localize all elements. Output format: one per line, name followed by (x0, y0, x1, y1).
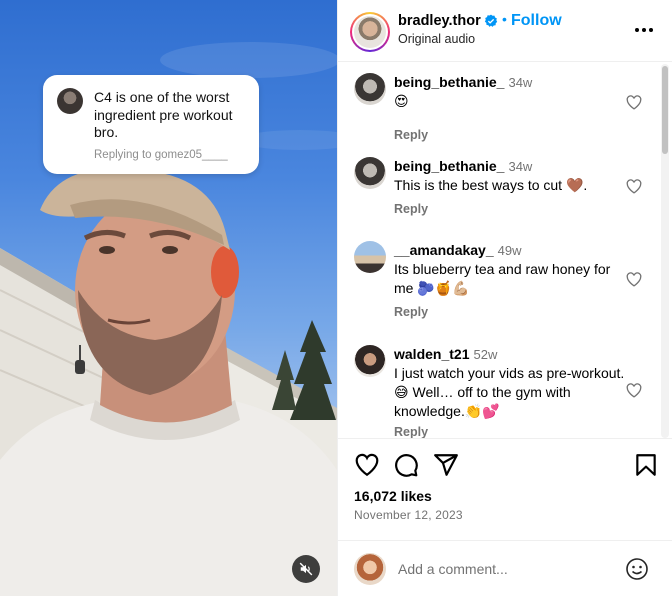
comment-item: __amandakay_ 49w Its blueberry tea and ra… (338, 241, 658, 341)
comment-text: I just watch your vids as pre-workout.😅 … (394, 365, 625, 419)
reply-button[interactable]: Reply (394, 128, 428, 142)
scrollbar-thumb[interactable] (662, 66, 668, 154)
comment-text: This is the best ways to cut 🤎. (394, 177, 588, 193)
commenter-avatar[interactable] (354, 73, 386, 105)
commenter-avatar[interactable] (354, 157, 386, 189)
reply-button[interactable]: Reply (394, 202, 428, 216)
comment-composer (338, 540, 672, 596)
author-username[interactable]: bradley.thor (398, 13, 481, 29)
heart-icon[interactable] (626, 272, 642, 287)
reply-sticker: C4 is one of the worst ingredient pre wo… (43, 75, 259, 174)
comment-icon[interactable] (393, 452, 419, 478)
comment-item: walden_t21 52w I just watch your vids as … (338, 345, 658, 438)
comment-timestamp[interactable]: 34w (508, 159, 532, 174)
heart-icon[interactable] (626, 383, 642, 398)
heart-icon[interactable] (354, 452, 380, 478)
comment-timestamp[interactable]: 49w (498, 243, 522, 258)
commenter-username[interactable]: walden_t21 (394, 346, 469, 362)
video-player[interactable]: C4 is one of the worst ingredient pre wo… (0, 0, 337, 596)
reply-button[interactable]: Reply (394, 305, 428, 319)
current-user-avatar (354, 553, 386, 585)
more-options-icon[interactable] (634, 27, 654, 33)
comment-timestamp[interactable]: 34w (508, 75, 532, 90)
comments-list[interactable]: being_bethanie_ 34w 😍 Reply being_bethani… (338, 63, 672, 439)
author-avatar[interactable] (350, 12, 390, 52)
reply-button[interactable]: Reply (394, 425, 428, 438)
commenter-username[interactable]: being_bethanie_ (394, 158, 504, 174)
emoji-icon[interactable] (625, 557, 649, 581)
commenter-username[interactable]: __amandakay_ (394, 242, 494, 258)
commenter-avatar[interactable] (354, 241, 386, 273)
heart-icon[interactable] (626, 95, 642, 110)
mute-toggle-button[interactable] (292, 555, 320, 583)
comment-input[interactable] (398, 557, 618, 581)
comment-text: 😍 (394, 93, 409, 109)
sticker-replying-to: Replying to gomez05____ (94, 149, 228, 161)
commenter-avatar[interactable] (354, 345, 386, 377)
share-icon[interactable] (433, 452, 459, 478)
separator-dot: • (502, 11, 507, 27)
comment-text: Its blueberry tea and raw honey for me 🫐… (394, 261, 611, 296)
post-header: bradley.thor • Follow Original audio (338, 0, 672, 62)
verified-badge-icon (484, 14, 498, 27)
post-date[interactable]: November 12, 2023 (354, 508, 463, 522)
sticker-comment-text: C4 is one of the worst ingredient pre wo… (94, 89, 233, 140)
post-actions-bar (338, 452, 672, 484)
post-details-panel: bradley.thor • Follow Original audio bei… (337, 0, 672, 596)
heart-icon[interactable] (626, 179, 642, 194)
comment-item: being_bethanie_ 34w This is the best ways… (338, 157, 658, 237)
comments-scrollbar[interactable] (661, 64, 669, 438)
follow-button[interactable]: Follow (511, 12, 562, 30)
comment-timestamp[interactable]: 52w (473, 347, 497, 362)
like-count[interactable]: 16,072 likes (354, 488, 432, 504)
audio-track-link[interactable]: Original audio (398, 32, 475, 46)
comment-item: being_bethanie_ 34w 😍 Reply (338, 73, 658, 153)
commenter-username[interactable]: being_bethanie_ (394, 74, 504, 90)
muted-speaker-icon (299, 562, 313, 576)
bookmark-icon[interactable] (633, 452, 659, 478)
sticker-avatar (57, 88, 83, 114)
